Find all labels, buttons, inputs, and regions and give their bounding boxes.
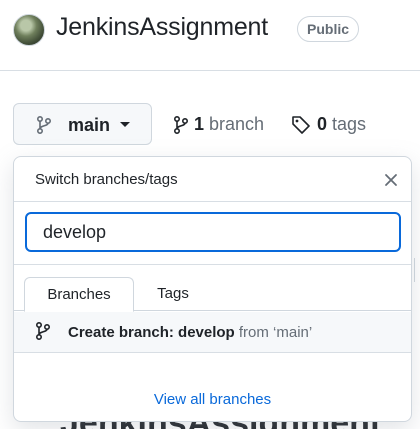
close-icon[interactable] bbox=[382, 171, 400, 189]
create-branch-item[interactable]: Create branch: develop from ‘main’ bbox=[14, 312, 411, 353]
create-branch-source: from ‘main’ bbox=[238, 324, 313, 341]
branches-label: branch bbox=[209, 114, 265, 134]
git-branch-icon bbox=[37, 116, 51, 134]
filter-section bbox=[14, 202, 411, 265]
create-branch-label: Create branch: develop from ‘main’ bbox=[68, 324, 312, 341]
tag-icon bbox=[292, 115, 310, 134]
tags-count: 0 bbox=[317, 114, 328, 134]
current-branch-label: main bbox=[68, 115, 111, 135]
caret-down-icon bbox=[120, 122, 130, 127]
git-branch-icon bbox=[36, 322, 50, 340]
branches-count-link[interactable]: 1 branch bbox=[174, 114, 264, 135]
popover-title: Switch branches/tags bbox=[35, 171, 178, 188]
repo-header: JenkinsAssignment Public bbox=[0, 0, 420, 62]
repo-name[interactable]: JenkinsAssignment bbox=[56, 13, 268, 42]
git-branch-icon bbox=[174, 115, 188, 134]
visibility-badge: Public bbox=[297, 16, 360, 42]
tags-label: tags bbox=[332, 114, 367, 134]
header-divider bbox=[0, 70, 420, 71]
branches-count: 1 bbox=[194, 114, 205, 134]
branch-tag-tabs: Branches Tags bbox=[14, 265, 411, 312]
create-branch-name: Create branch: develop bbox=[68, 324, 235, 341]
branch-filter-input[interactable] bbox=[25, 212, 401, 252]
background-panel-edge bbox=[414, 258, 420, 282]
tab-branches[interactable]: Branches bbox=[24, 277, 134, 312]
view-all-branches-link[interactable]: View all branches bbox=[14, 391, 411, 408]
branch-select-button[interactable]: main bbox=[13, 103, 152, 145]
branch-switch-popover: Switch branches/tags Branches Tags Creat… bbox=[13, 156, 412, 422]
owner-avatar[interactable] bbox=[13, 14, 45, 46]
tags-count-link[interactable]: 0 tags bbox=[291, 114, 366, 135]
popover-header: Switch branches/tags bbox=[14, 157, 411, 202]
tab-tags[interactable]: Tags bbox=[136, 277, 210, 312]
